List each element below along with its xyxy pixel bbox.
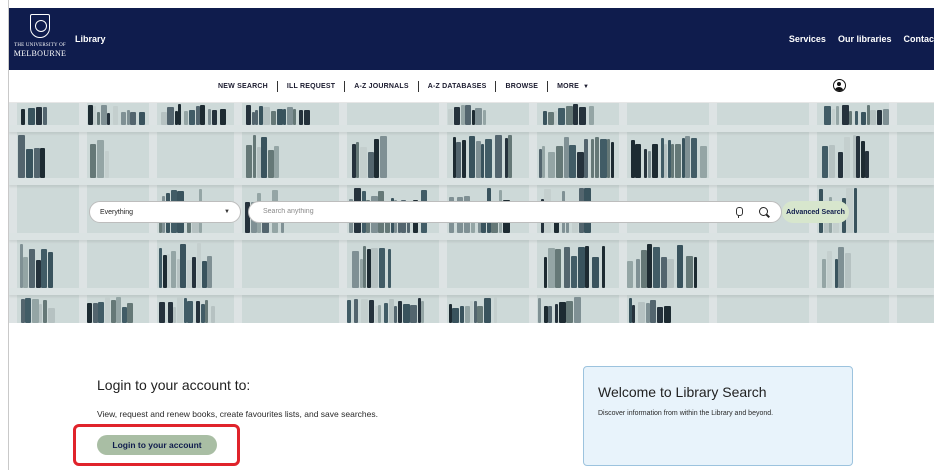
nav-new-search-label: NEW SEARCH xyxy=(218,83,268,90)
login-heading: Login to your account to: xyxy=(97,377,251,393)
nav-az-journals-label: A-Z JOURNALS xyxy=(354,83,409,90)
search-bar: Everything ▼ xyxy=(89,201,782,223)
secondary-nav: NEW SEARCH ILL REQUEST A-Z JOURNALS A-Z … xyxy=(9,70,934,103)
search-scope-select[interactable]: Everything ▼ xyxy=(89,201,241,223)
page: THE UNIVERSITY OF MELBOURNE Library Serv… xyxy=(0,0,934,470)
chevron-down-icon: ▼ xyxy=(582,83,590,90)
university-logo[interactable]: THE UNIVERSITY OF MELBOURNE xyxy=(13,12,67,66)
chevron-down-icon: ▼ xyxy=(224,209,230,215)
welcome-subtitle: Discover information from within the Lib… xyxy=(598,410,774,417)
microphone-icon[interactable] xyxy=(735,207,743,218)
logo-text-large: MELBOURNE xyxy=(13,49,67,58)
top-header: THE UNIVERSITY OF MELBOURNE Library Serv… xyxy=(9,8,934,70)
nav-browse-label: BROWSE xyxy=(505,83,539,90)
link-services[interactable]: Services xyxy=(789,34,826,44)
user-account-icon[interactable] xyxy=(833,79,846,92)
nav-ill-request-label: ILL REQUEST xyxy=(286,83,336,90)
highlight-box xyxy=(73,424,240,466)
nav-az-databases-label: A-Z DATABASES xyxy=(427,83,487,90)
search-field xyxy=(248,201,782,223)
nav-menu: NEW SEARCH ILL REQUEST A-Z JOURNALS A-Z … xyxy=(209,81,598,92)
welcome-card: Welcome to Library Search Discover infor… xyxy=(583,366,853,466)
nav-more[interactable]: MORE ▼ xyxy=(548,83,598,90)
logo-text-small: THE UNIVERSITY OF xyxy=(14,43,66,48)
login-description: View, request and renew books, create fa… xyxy=(97,409,378,419)
welcome-title: Welcome to Library Search xyxy=(598,384,767,400)
link-contact[interactable]: Contac xyxy=(903,34,934,44)
search-icon[interactable] xyxy=(759,207,770,218)
link-our-libraries[interactable]: Our libraries xyxy=(838,34,892,44)
search-input[interactable] xyxy=(263,208,703,215)
nav-az-databases[interactable]: A-Z DATABASES xyxy=(419,83,496,90)
top-links: Services Our libraries Contac xyxy=(789,34,934,44)
nav-az-journals[interactable]: A-Z JOURNALS xyxy=(345,83,418,90)
nav-ill-request[interactable]: ILL REQUEST xyxy=(278,83,344,90)
search-scope-value: Everything xyxy=(100,209,134,216)
university-crest-icon xyxy=(30,14,50,38)
app-title[interactable]: Library xyxy=(75,34,106,44)
advanced-search-button[interactable]: Advanced Search xyxy=(782,201,849,223)
nav-new-search[interactable]: NEW SEARCH xyxy=(209,83,277,90)
nav-browse[interactable]: BROWSE xyxy=(496,83,547,90)
nav-more-label: MORE xyxy=(557,83,579,90)
